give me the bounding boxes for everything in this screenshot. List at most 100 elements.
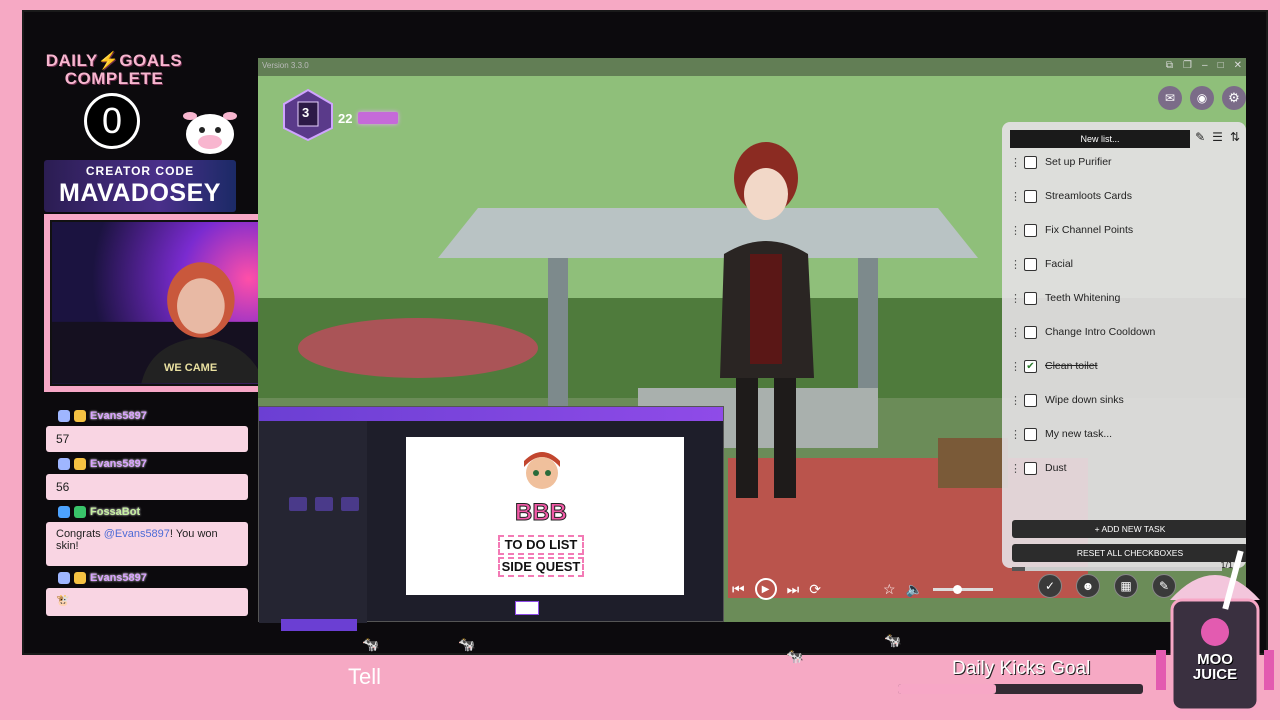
drag-handle-icon[interactable]: ⋮: [1010, 462, 1021, 475]
chat-username: FossaBot: [90, 506, 141, 518]
task-checkbox[interactable]: [1024, 461, 1037, 475]
sort-icon[interactable]: ⇅: [1230, 130, 1240, 144]
canva-effects-sidebar: [259, 421, 367, 631]
play-button[interactable]: ▶: [754, 578, 777, 600]
canva-toolbar: [259, 407, 723, 421]
task-label: Teeth Whitening: [1045, 292, 1121, 304]
popout-icon[interactable]: ⧉: [1166, 60, 1173, 71]
drag-handle-icon[interactable]: ⋮: [1010, 360, 1021, 373]
task-item[interactable]: ⋮ Set up Purifier: [1010, 152, 1112, 172]
task-item[interactable]: ⋮ Fix Channel Points: [1010, 220, 1133, 240]
add-task-button[interactable]: + ADD NEW TASK: [1012, 520, 1246, 538]
font-style-option[interactable]: [341, 497, 359, 511]
gear-icon[interactable]: ⚙: [1222, 86, 1246, 110]
task-item[interactable]: ⋮ Wipe down sinks: [1010, 390, 1124, 410]
badge-icon: [58, 410, 70, 422]
restore-icon[interactable]: ❐: [1183, 60, 1192, 71]
drag-handle-icon[interactable]: ⋮: [1010, 326, 1021, 339]
task-item[interactable]: ⋮ Teeth Whitening: [1010, 288, 1120, 308]
pixel-cow-icon: 🐄: [786, 648, 804, 664]
chat-text: Congrats: [56, 528, 104, 540]
chat-message: Congrats @Evans5897! You won skin!: [46, 522, 248, 566]
task-checkbox[interactable]: [1024, 427, 1037, 441]
chat-username-row: Evans5897: [58, 456, 250, 472]
task-item[interactable]: ⋮ Dust: [1010, 458, 1067, 478]
chat-username: Evans5897: [90, 458, 147, 470]
task-item[interactable]: ⋮ Streamloots Cards: [1010, 186, 1132, 206]
version-label: Version 3.3.0: [262, 61, 309, 70]
xp-bar: [358, 112, 399, 124]
pixel-cow-icon: 🐄: [458, 636, 476, 652]
repeat-icon[interactable]: ⟳: [809, 581, 821, 598]
chat-message: 57: [46, 426, 248, 452]
task-checkbox[interactable]: [1024, 291, 1037, 305]
edit-icon[interactable]: ✎: [1195, 130, 1205, 144]
badge-icon: [74, 410, 86, 422]
todo-panel: New list... ✎ ☰ ⇅ ⋮ Set up Purifier ⋮ Stre…: [1002, 122, 1246, 571]
menu-icon[interactable]: ☰: [1212, 130, 1223, 144]
daily-goals-title: DAILY⚡GOALS COMPLETE: [45, 51, 183, 88]
maximize-icon[interactable]: □: [1218, 60, 1224, 71]
task-item[interactable]: ⋮ Facial: [1010, 254, 1073, 274]
task-checkbox[interactable]: [1024, 257, 1037, 271]
minimize-icon[interactable]: –: [1202, 60, 1208, 71]
creator-code-value: MAVADOSEY: [59, 179, 221, 207]
task-item[interactable]: ⋮ ✔ Clean toilet: [1010, 356, 1098, 376]
xp-meter: 22: [338, 110, 458, 126]
drag-handle-icon[interactable]: ⋮: [1010, 224, 1021, 237]
mail-icon[interactable]: ✉: [1158, 86, 1182, 110]
badge-icon: [58, 506, 70, 518]
new-list-input[interactable]: New list...: [1010, 130, 1190, 148]
font-style-option[interactable]: [289, 497, 307, 511]
moo-juice-label: MOO JUICE: [1192, 651, 1238, 683]
chat-username: Evans5897: [90, 572, 147, 584]
eye-icon[interactable]: ◉: [1190, 86, 1214, 110]
close-icon[interactable]: ✕: [1234, 60, 1242, 71]
task-item[interactable]: ⋮ Change Intro Cooldown: [1010, 322, 1155, 342]
kicks-goal-bar: [898, 684, 1143, 694]
font-style-option[interactable]: [315, 497, 333, 511]
badge-icon: [74, 506, 86, 518]
previous-icon[interactable]: ⏮: [732, 581, 745, 598]
drag-handle-icon[interactable]: ⋮: [1010, 156, 1021, 169]
task-checkbox-checked[interactable]: ✔: [1024, 359, 1037, 373]
game-top-icons: ✉ ◉ ⚙: [1158, 86, 1246, 110]
drag-handle-icon[interactable]: ⋮: [1010, 258, 1021, 271]
drag-handle-icon[interactable]: ⋮: [1010, 428, 1021, 441]
volume-slider[interactable]: [932, 584, 993, 594]
next-icon[interactable]: ⏭: [787, 581, 800, 598]
pet-icon[interactable]: ☻: [1076, 574, 1100, 598]
page-thumbnail[interactable]: [515, 601, 539, 615]
drag-handle-icon[interactable]: ⋮: [1010, 394, 1021, 407]
volume-icon[interactable]: 🔈: [906, 581, 923, 598]
task-checkbox[interactable]: [1024, 189, 1037, 203]
remove-effect-button[interactable]: [281, 619, 357, 631]
task-label: Set up Purifier: [1045, 156, 1112, 168]
chat-username-row: Evans5897: [58, 570, 250, 586]
task-item[interactable]: ⋮ My new task...: [1010, 424, 1112, 444]
design-text-sidequest[interactable]: SIDE QUEST: [498, 557, 584, 577]
pixel-cow-icon: 🐄: [884, 632, 902, 648]
task-label: My new task...: [1045, 428, 1113, 440]
task-checkbox[interactable]: [1024, 325, 1037, 339]
chat-feed: Evans5897 57 Evans5897 56 FossaBot Congr…: [44, 404, 250, 634]
task-checkbox[interactable]: [1024, 393, 1037, 407]
calendar-icon[interactable]: ▦: [1114, 574, 1138, 598]
creator-code-label: CREATOR CODE: [85, 164, 195, 178]
badge-icon: [58, 458, 70, 470]
task-checkbox[interactable]: [1024, 223, 1037, 237]
design-text-todo[interactable]: TO DO LIST: [498, 535, 584, 555]
chat-username-row: FossaBot: [58, 504, 250, 520]
star-icon[interactable]: ☆: [883, 581, 896, 598]
xp-value: 22: [338, 110, 353, 126]
drag-handle-icon[interactable]: ⋮: [1010, 292, 1021, 305]
task-label: Facial: [1045, 258, 1074, 270]
drag-handle-icon[interactable]: ⋮: [1010, 190, 1021, 203]
task-label: Wipe down sinks: [1045, 394, 1124, 406]
check-icon[interactable]: ✓: [1038, 574, 1062, 598]
emote-icon: 🐮: [56, 595, 70, 607]
badge-icon: [74, 458, 86, 470]
chat-username: Evans5897: [90, 410, 147, 422]
chat-message: 56: [46, 474, 248, 500]
task-checkbox[interactable]: [1024, 155, 1037, 169]
